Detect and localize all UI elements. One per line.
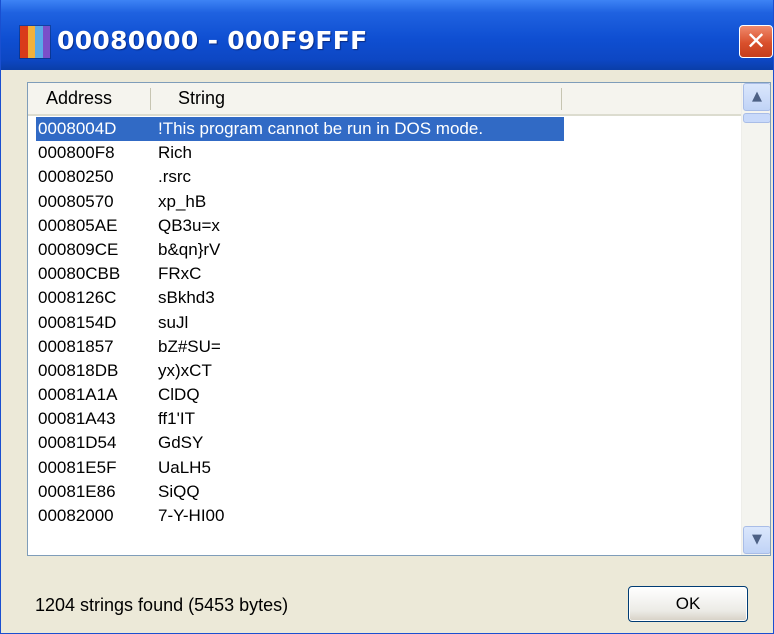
list-row[interactable]: 000805AE QB3u=x — [28, 214, 741, 238]
row-address: 00080570 — [38, 191, 114, 211]
row-address: 00081E86 — [38, 481, 116, 501]
row-string: sBkhd3 — [158, 288, 215, 308]
list-header: Address String — [28, 83, 741, 116]
row-string: xp_hB — [158, 191, 207, 211]
row-string: !This program cannot be run in DOS mode. — [158, 119, 484, 138]
title-bar[interactable]: 00080000 - 000F9FFF ✕ — [1, 0, 773, 70]
status-text: 1204 strings found (5453 bytes) — [35, 595, 289, 615]
list-row[interactable]: 00080250 .rsrc — [28, 165, 741, 189]
list-row[interactable]: 00081E5F UaLH5 — [28, 456, 741, 480]
scroll-up-button[interactable]: ▲ — [743, 83, 770, 111]
row-string: suJl — [158, 312, 189, 332]
row-address: 000805AE — [38, 215, 118, 235]
row-string: UaLH5 — [158, 457, 211, 477]
row-string: Rich — [158, 143, 193, 163]
row-address: 00081D54 — [38, 433, 117, 453]
list-row[interactable]: 00081D54 GdSY — [28, 431, 741, 455]
vertical-scrollbar[interactable]: ▲ ▼ — [741, 83, 770, 555]
row-string: SiQQ — [158, 481, 200, 501]
icon-stripe — [20, 26, 28, 58]
row-address: 0008154D — [38, 312, 117, 332]
list-row[interactable]: 0008126C sBkhd3 — [28, 286, 741, 310]
icon-stripe — [27, 26, 35, 58]
list-row[interactable]: 00080CBB FRxC — [28, 262, 741, 286]
strings-list[interactable]: Address String 0008004D !This program can… — [27, 82, 771, 556]
list-row[interactable]: 000809CE b&qn}rV — [28, 238, 741, 262]
row-string: bZ#SU= — [158, 336, 221, 356]
list-row-selected[interactable]: 0008004D !This program cannot be run in D… — [28, 117, 741, 141]
row-address: 00081857 — [38, 336, 114, 356]
row-address: 00081A1A — [38, 385, 118, 405]
row-string: 7-Y-HI00 — [158, 506, 225, 525]
row-string: GdSY — [158, 433, 204, 453]
list-row[interactable]: 00081E86 SiQQ — [28, 480, 741, 504]
row-string: ClDQ — [158, 385, 200, 405]
ok-button[interactable]: OK — [628, 586, 748, 622]
row-address: 00080250 — [38, 167, 114, 187]
window-title: 00080000 - 000F9FFF — [57, 26, 368, 55]
row-address: 0008004D — [38, 119, 117, 138]
strings-dialog: 00080000 - 000F9FFF ✕ Address String 000… — [0, 0, 774, 634]
row-string: ff1'IT — [158, 409, 195, 429]
row-string: .rsrc — [158, 167, 192, 187]
row-address: 00080CBB — [38, 264, 121, 284]
column-divider[interactable] — [150, 88, 151, 110]
list-row[interactable]: 00081857 bZ#SU= — [28, 335, 741, 359]
close-button[interactable]: ✕ — [739, 25, 773, 58]
row-address: 000818DB — [38, 360, 119, 380]
row-address: 0008126C — [38, 288, 117, 308]
multicolor-bars-icon — [20, 26, 50, 58]
icon-stripe — [42, 26, 50, 58]
row-address: 00081E5F — [38, 457, 117, 477]
scroll-thumb[interactable] — [743, 113, 770, 123]
column-header-string[interactable]: String — [178, 83, 225, 114]
column-divider[interactable] — [561, 88, 562, 110]
list-row[interactable]: 00081A1A ClDQ — [28, 383, 741, 407]
row-string: FRxC — [158, 264, 202, 284]
row-address: 000800F8 — [38, 143, 115, 163]
list-row[interactable]: 0008154D suJl — [28, 311, 741, 335]
icon-stripe — [35, 26, 43, 58]
row-address: 00082000 — [38, 506, 114, 525]
list-rows: 0008004D !This program cannot be run in D… — [28, 117, 741, 528]
row-string: yx)xCT — [158, 360, 212, 380]
row-string: b&qn}rV — [158, 239, 221, 259]
list-row[interactable]: 000800F8 Rich — [28, 141, 741, 165]
scroll-down-button[interactable]: ▼ — [743, 526, 770, 554]
list-row[interactable]: 00080570 xp_hB — [28, 190, 741, 214]
list-row[interactable]: 00082000 7-Y-HI00 — [28, 504, 741, 528]
row-string: QB3u=x — [158, 215, 220, 235]
list-row[interactable]: 00081A43 ff1'IT — [28, 407, 741, 431]
row-address: 000809CE — [38, 239, 119, 259]
column-header-address[interactable]: Address — [46, 83, 112, 114]
row-address: 00081A43 — [38, 409, 116, 429]
list-row[interactable]: 000818DB yx)xCT — [28, 359, 741, 383]
